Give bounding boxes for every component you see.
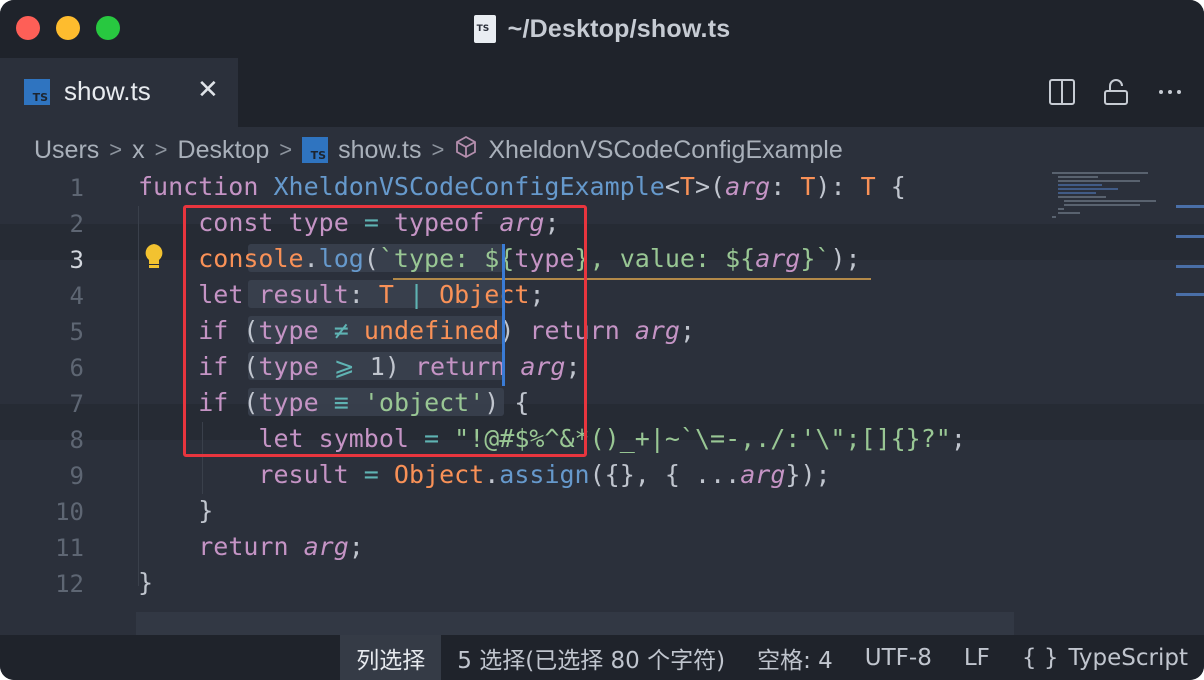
language-mode[interactable]: { } TypeScript: [1006, 635, 1204, 680]
code-line[interactable]: result = Object.assign({}, { ...arg});: [138, 460, 830, 489]
line-number: 10: [55, 498, 84, 526]
more-icon[interactable]: [1154, 76, 1186, 108]
selection-info[interactable]: 5 选择(已选择 80 个字符): [441, 635, 741, 680]
horizontal-scrollbar[interactable]: [136, 612, 1014, 635]
lightbulb-icon[interactable]: [143, 242, 165, 272]
eol-setting[interactable]: LF: [948, 635, 1006, 680]
breadcrumb-separator: >: [279, 137, 293, 162]
braces-icon: { }: [1021, 644, 1059, 671]
editor-actions: [1046, 76, 1186, 108]
tab-show-ts[interactable]: TS show.ts ✕: [0, 58, 238, 128]
language-label: TypeScript: [1068, 644, 1188, 671]
tab-bar: TS show.ts ✕: [0, 58, 1204, 128]
code-editor[interactable]: 1 2 3 4 5 6 7 8 9 10 11 12 function Xhel…: [0, 170, 1204, 635]
cube-symbol-icon: [454, 135, 478, 166]
line-number: 9: [69, 462, 84, 490]
typescript-file-icon: TS: [24, 79, 50, 105]
line-number: 12: [55, 570, 84, 598]
line-number: 11: [55, 534, 84, 562]
typescript-file-icon: TS: [302, 137, 329, 163]
minimap[interactable]: [1046, 170, 1176, 222]
indentation-setting[interactable]: 空格: 4: [741, 635, 849, 680]
breadcrumb-item-users[interactable]: Users: [34, 136, 99, 165]
split-editor-icon[interactable]: [1046, 76, 1078, 108]
encoding-setting[interactable]: UTF-8: [849, 635, 948, 680]
breadcrumb-separator: >: [431, 137, 445, 162]
code-line[interactable]: }: [138, 496, 213, 525]
breadcrumb-separator: >: [154, 137, 168, 162]
line-number-active: 3: [69, 246, 84, 274]
code-line[interactable]: }: [138, 568, 153, 597]
line-number: 7: [69, 390, 84, 418]
code-line[interactable]: function XheldonVSCodeConfigExample<T>(a…: [138, 172, 906, 201]
breadcrumb-separator: >: [109, 137, 123, 162]
breadcrumb: Users > x > Desktop > TS show.ts > Xheld…: [34, 132, 843, 168]
highlight-annotation-box: [183, 205, 587, 457]
title-bar: TS ~/Desktop/show.ts: [0, 0, 1204, 58]
line-number: 8: [69, 426, 84, 454]
code-line[interactable]: return arg;: [138, 532, 364, 561]
line-number: 1: [69, 174, 84, 202]
breadcrumb-item-symbol[interactable]: XheldonVSCodeConfigExample: [488, 136, 842, 165]
breadcrumb-item-x[interactable]: x: [132, 136, 145, 165]
tab-label: show.ts: [64, 76, 151, 106]
line-number: 5: [69, 318, 84, 346]
close-tab-icon[interactable]: ✕: [197, 75, 219, 105]
breadcrumb-item-file[interactable]: show.ts: [338, 136, 421, 165]
editor-window: TS ~/Desktop/show.ts TS show.ts ✕ Users …: [0, 0, 1204, 680]
typescript-file-icon: TS: [473, 15, 496, 43]
status-bar: 列选择 5 选择(已选择 80 个字符) 空格: 4 UTF-8 LF { } …: [0, 635, 1204, 680]
line-number: 6: [69, 354, 84, 382]
breadcrumb-item-desktop[interactable]: Desktop: [178, 136, 270, 165]
window-title: ~/Desktop/show.ts: [507, 14, 731, 43]
line-number: 4: [69, 282, 84, 310]
line-number: 2: [69, 210, 84, 238]
lock-icon[interactable]: [1100, 76, 1132, 108]
column-selection-mode[interactable]: 列选择: [340, 635, 442, 680]
